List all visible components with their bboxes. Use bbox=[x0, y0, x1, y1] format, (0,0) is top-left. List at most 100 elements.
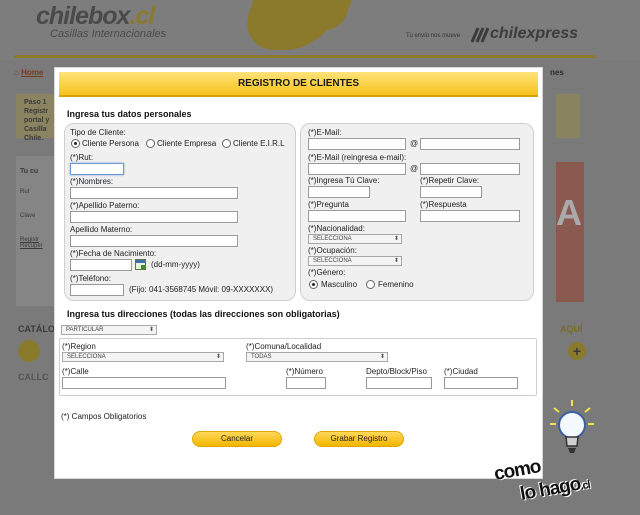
step-box-right bbox=[556, 94, 580, 138]
phone-icon bbox=[18, 340, 40, 362]
radio-cliente-eirl-label: Cliente E.I.R.L bbox=[233, 139, 285, 148]
region-value: SELECCIONA bbox=[67, 354, 106, 360]
comuna-label: (*)Comuna/Localidad bbox=[246, 342, 322, 351]
calle-label: (*)Calle bbox=[62, 367, 89, 376]
apellido-paterno-input[interactable] bbox=[70, 211, 238, 223]
comuna-value: TODAS bbox=[251, 354, 272, 360]
select-arrow-icon: ⬍ bbox=[148, 327, 154, 333]
plus-icon[interactable]: + bbox=[568, 342, 586, 360]
telefono-input[interactable] bbox=[70, 284, 124, 296]
nacionalidad-value: SELECCIONA bbox=[313, 236, 352, 242]
genero-label: (*)Género: bbox=[308, 268, 346, 277]
email-domain-input[interactable] bbox=[420, 138, 520, 150]
login-clave-label: Clave bbox=[20, 213, 36, 219]
fecha-nacimiento-input[interactable] bbox=[70, 259, 132, 271]
numero-input[interactable] bbox=[286, 377, 326, 389]
login-recover-link[interactable]: Recuper bbox=[16, 243, 56, 249]
select-arrow-icon: ⬍ bbox=[393, 236, 399, 242]
telefono-label: (*)Teléfono: bbox=[70, 274, 111, 283]
promo-banner[interactable]: A bbox=[556, 162, 584, 302]
modal-body: Ingresa tus datos personales Tipo de Cli… bbox=[55, 99, 542, 478]
nombres-input[interactable] bbox=[70, 187, 238, 199]
account-panel: (*)E-Mail: @ (*)E-Mail (reingresa e-mail… bbox=[300, 123, 534, 301]
registration-modal: REGISTRO DE CLIENTES Ingresa tus datos p… bbox=[54, 67, 543, 479]
ocupacion-select[interactable]: SELECCIONA ⬍ bbox=[308, 256, 402, 266]
site-logo[interactable]: chilebox.cl bbox=[36, 2, 155, 31]
email-confirm-label: (*)E-Mail (reingresa e-mail): bbox=[308, 153, 407, 162]
courier-tagline: Tu envío nos mueve bbox=[406, 33, 461, 39]
modal-title: REGISTRO DE CLIENTES bbox=[59, 72, 538, 97]
aqui-heading: AQUÍ bbox=[560, 324, 583, 334]
rut-label: (*)Rut: bbox=[70, 153, 94, 162]
ocupacion-value: SELECCIONA bbox=[313, 258, 352, 264]
home-icon: ⌂ bbox=[14, 68, 19, 77]
lightbulb-icon bbox=[550, 400, 594, 453]
login-register-link[interactable]: Registr bbox=[16, 219, 56, 243]
nacionalidad-select[interactable]: SELECCIONA ⬍ bbox=[308, 234, 402, 244]
address-section-title: Ingresa tus direcciones (todas las direc… bbox=[67, 309, 340, 319]
radio-cliente-empresa-label: Cliente Empresa bbox=[157, 139, 217, 148]
ocupacion-label: (*)Ocupación: bbox=[308, 246, 357, 255]
calle-input[interactable] bbox=[62, 377, 226, 389]
cancel-button[interactable]: Cancelar bbox=[192, 431, 282, 447]
email-label: (*)E-Mail: bbox=[308, 128, 342, 137]
chilexpress-logo-icon bbox=[470, 27, 490, 43]
tipo-cliente-label: Tipo de Cliente: bbox=[70, 128, 126, 137]
nacionalidad-label: (*)Nacionalidad: bbox=[308, 224, 365, 233]
address-panel: (*)Region SELECCIONA ⬍ (*)Comuna/Localida… bbox=[59, 338, 537, 396]
address-type-select[interactable]: PARTICULAR ⬍ bbox=[61, 325, 157, 335]
login-rut-label: Rut bbox=[20, 189, 30, 195]
respuesta-label: (*)Respuesta bbox=[420, 200, 467, 209]
apellido-paterno-label: (*)Apellido Paterno: bbox=[70, 201, 140, 210]
select-arrow-icon: ⬍ bbox=[379, 354, 385, 360]
apellido-materno-input[interactable] bbox=[70, 235, 238, 247]
radio-cliente-persona[interactable] bbox=[71, 139, 80, 148]
repetir-clave-input[interactable] bbox=[420, 186, 482, 198]
email-confirm-domain-input[interactable] bbox=[420, 163, 520, 175]
clave-label: (*)Ingresa Tú Clave: bbox=[308, 176, 380, 185]
depto-label: Depto/Block/Piso bbox=[366, 367, 427, 376]
submit-button[interactable]: Grabar Registro bbox=[314, 431, 404, 447]
ciudad-label: (*)Ciudad bbox=[444, 367, 478, 376]
nombres-label: (*)Nombres: bbox=[70, 177, 114, 186]
select-arrow-icon: ⬍ bbox=[393, 258, 399, 264]
header-divider bbox=[14, 55, 596, 58]
calendar-icon[interactable] bbox=[135, 259, 146, 270]
personal-section-title: Ingresa tus datos personales bbox=[67, 109, 192, 119]
radio-masculino[interactable] bbox=[309, 280, 318, 289]
radio-masculino-label: Masculino bbox=[321, 280, 358, 289]
nav-home-link[interactable]: ⌂ Home bbox=[14, 68, 43, 77]
telefono-hint: (Fijo: 041-3568745 Móvil: 09-XXXXXXX) bbox=[129, 285, 274, 294]
depto-input[interactable] bbox=[366, 377, 432, 389]
radio-cliente-persona-label: Cliente Persona bbox=[82, 139, 139, 148]
rut-input[interactable] bbox=[70, 163, 124, 175]
region-select[interactable]: SELECCIONA ⬍ bbox=[62, 352, 224, 362]
numero-label: (*)Número bbox=[286, 367, 323, 376]
courier-logo: chilexpress bbox=[490, 25, 579, 42]
respuesta-input[interactable] bbox=[420, 210, 520, 222]
nav-right-link[interactable]: nes bbox=[550, 68, 564, 77]
comuna-select[interactable]: TODAS ⬍ bbox=[246, 352, 388, 362]
pregunta-label: (*)Pregunta bbox=[308, 200, 349, 209]
radio-cliente-eirl[interactable] bbox=[222, 139, 231, 148]
apellido-materno-label: Apellido Materno: bbox=[70, 225, 133, 234]
radio-femenino[interactable] bbox=[366, 280, 375, 289]
clave-input[interactable] bbox=[308, 186, 370, 198]
repetir-clave-label: (*)Repetir Clave: bbox=[420, 176, 480, 185]
personal-panel: Tipo de Cliente: Cliente Persona Cliente… bbox=[64, 123, 296, 301]
email-at-symbol: @ bbox=[410, 139, 419, 148]
watermark: como lo hago.cl bbox=[490, 396, 640, 515]
radio-cliente-empresa[interactable] bbox=[146, 139, 155, 148]
radio-femenino-label: Femenino bbox=[378, 280, 414, 289]
region-label: (*)Region bbox=[62, 342, 96, 351]
email-user-input[interactable] bbox=[308, 138, 406, 150]
pregunta-input[interactable] bbox=[308, 210, 406, 222]
email-confirm-at-symbol: @ bbox=[410, 164, 419, 173]
ciudad-input[interactable] bbox=[444, 377, 518, 389]
login-title: Tu cu bbox=[20, 168, 39, 175]
email-confirm-user-input[interactable] bbox=[308, 163, 406, 175]
promo-letter: A bbox=[556, 192, 582, 233]
required-note: (*) Campos Obligatorios bbox=[61, 412, 147, 421]
address-type-value: PARTICULAR bbox=[66, 327, 104, 333]
site-tagline: Casillas Internacionales bbox=[50, 28, 167, 40]
